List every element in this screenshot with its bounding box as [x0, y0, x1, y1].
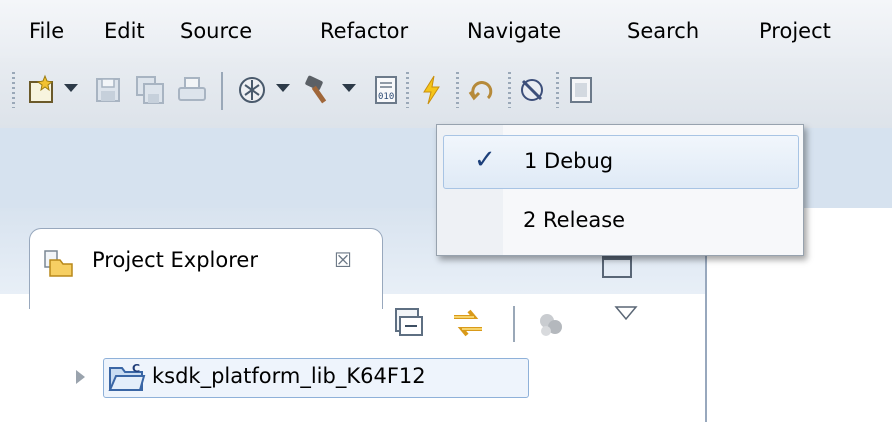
menu-file[interactable]: File	[29, 19, 64, 43]
print-icon[interactable]	[176, 74, 208, 106]
menu-bar: File Edit Source Refactor Navigate Searc…	[0, 0, 892, 58]
flash-icon[interactable]	[416, 74, 448, 106]
toolbar-grip	[12, 72, 15, 108]
build-dropdown-arrow[interactable]	[342, 84, 356, 92]
close-icon[interactable]: ☒	[334, 248, 352, 272]
debug-icon[interactable]	[236, 74, 268, 106]
toolbar-separator-4	[508, 72, 511, 108]
view-toolbar-separator	[513, 306, 515, 342]
project-explorer-icon	[44, 250, 73, 277]
save-all-icon[interactable]	[134, 74, 166, 106]
console-icon[interactable]	[566, 74, 598, 106]
build-config-menu: ✓ 1 Debug 2 Release	[436, 124, 804, 256]
expand-arrow-icon[interactable]	[76, 370, 85, 384]
menu-edit[interactable]: Edit	[104, 19, 145, 43]
refresh-icon[interactable]	[466, 74, 498, 106]
tree-item-label: ksdk_platform_lib_K64F12	[152, 364, 426, 388]
svg-text:010: 010	[378, 92, 394, 102]
collapse-all-icon[interactable]	[392, 305, 426, 339]
build-icon[interactable]	[302, 74, 334, 106]
svg-text:C: C	[132, 362, 140, 375]
toolbar-separator-5	[556, 72, 559, 108]
menu-refactor[interactable]: Refactor	[320, 19, 408, 43]
menu-item-debug[interactable]: ✓ 1 Debug	[443, 135, 799, 189]
toolbar-separator-3	[456, 72, 459, 108]
new-icon[interactable]	[26, 74, 58, 106]
menu-item-debug-label: 1 Debug	[524, 149, 614, 173]
c-project-folder-icon: C	[108, 362, 146, 391]
binary-file-icon[interactable]: 010	[370, 74, 402, 106]
link-with-editor-icon[interactable]	[448, 304, 488, 344]
save-icon[interactable]	[92, 74, 124, 106]
minimize-icon[interactable]	[602, 256, 632, 278]
toolbar-separator	[221, 72, 223, 110]
checkmark-icon: ✓	[474, 145, 496, 175]
menu-project[interactable]: Project	[759, 19, 831, 43]
view-menu-icon[interactable]	[614, 304, 638, 322]
toolbar-separator-2	[406, 72, 409, 108]
disconnect-icon[interactable]	[516, 74, 548, 106]
menu-search[interactable]: Search	[627, 19, 699, 43]
menu-item-release[interactable]: 2 Release	[443, 195, 797, 247]
filter-icon[interactable]	[536, 310, 566, 340]
debug-dropdown-arrow[interactable]	[276, 84, 290, 92]
project-explorer-title: Project Explorer	[92, 248, 258, 272]
menu-navigate[interactable]: Navigate	[467, 19, 561, 43]
menu-source[interactable]: Source	[180, 19, 252, 43]
new-dropdown-arrow[interactable]	[64, 84, 78, 92]
menu-item-release-label: 2 Release	[523, 208, 626, 232]
